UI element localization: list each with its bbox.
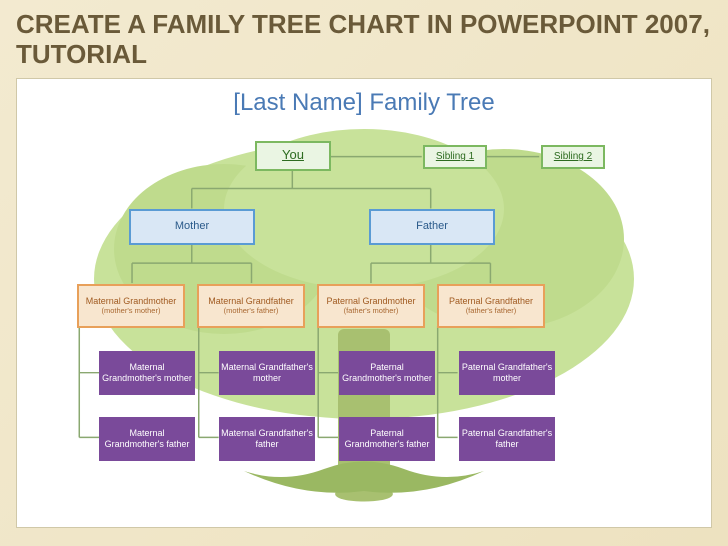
- node-paternal-grandmother: Paternal Grandmother (father's mother): [317, 284, 425, 328]
- node-pat-gm-mother: Paternal Grandmother's mother: [339, 351, 435, 395]
- node-label: Mother: [175, 220, 209, 233]
- slide-title: CREATE A FAMILY TREE CHART IN POWERPOINT…: [16, 10, 712, 70]
- node-label: Paternal Grandmother's father: [341, 428, 433, 449]
- node-maternal-grandmother: Maternal Grandmother (mother's mother): [77, 284, 185, 328]
- node-mother: Mother: [129, 209, 255, 245]
- node-label: Maternal Grandfather's mother: [221, 362, 313, 383]
- node-label: Sibling 2: [554, 151, 592, 163]
- node-mat-gf-father: Maternal Grandfather's father: [219, 417, 315, 461]
- node-label: Father: [416, 220, 448, 233]
- node-mat-gm-father: Maternal Grandmother's father: [99, 417, 195, 461]
- node-sibling1: Sibling 1: [423, 145, 487, 169]
- node-sublabel: (father's father): [466, 307, 517, 316]
- node-sibling2: Sibling 2: [541, 145, 605, 169]
- node-pat-gf-father: Paternal Grandfather's father: [459, 417, 555, 461]
- node-sublabel: (mother's mother): [102, 307, 161, 316]
- node-label: Maternal Grandmother's father: [101, 428, 193, 449]
- node-label: Paternal Grandmother's mother: [341, 362, 433, 383]
- node-label: Sibling 1: [436, 151, 474, 163]
- node-label: Maternal Grandfather's father: [221, 428, 313, 449]
- node-pat-gm-father: Paternal Grandmother's father: [339, 417, 435, 461]
- node-label: Maternal Grandmother's mother: [101, 362, 193, 383]
- node-paternal-grandfather: Paternal Grandfather (father's father): [437, 284, 545, 328]
- node-label: Paternal Grandfather's mother: [461, 362, 553, 383]
- node-label: Paternal Grandfather's father: [461, 428, 553, 449]
- chart-area: [Last Name] Family Tree: [16, 78, 712, 528]
- node-sublabel: (mother's father): [224, 307, 279, 316]
- node-sublabel: (father's mother): [344, 307, 399, 316]
- nodes: You Sibling 1 Sibling 2 Mother Father Ma…: [17, 79, 711, 527]
- slide: CREATE A FAMILY TREE CHART IN POWERPOINT…: [0, 0, 728, 546]
- node-mat-gm-mother: Maternal Grandmother's mother: [99, 351, 195, 395]
- node-maternal-grandfather: Maternal Grandfather (mother's father): [197, 284, 305, 328]
- node-label: You: [282, 148, 304, 163]
- node-pat-gf-mother: Paternal Grandfather's mother: [459, 351, 555, 395]
- node-mat-gf-mother: Maternal Grandfather's mother: [219, 351, 315, 395]
- node-father: Father: [369, 209, 495, 245]
- node-you: You: [255, 141, 331, 171]
